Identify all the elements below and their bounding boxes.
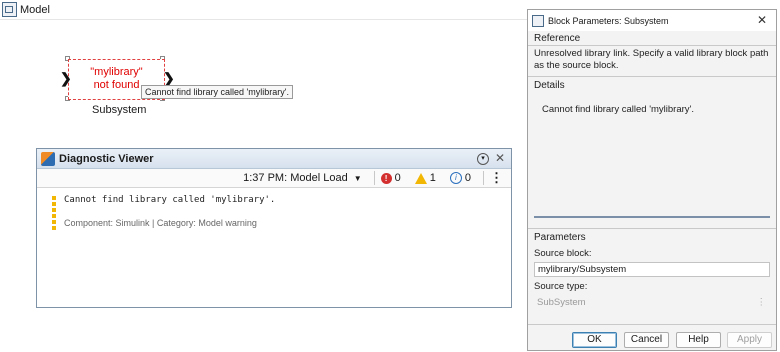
apply-button[interactable]: Apply bbox=[727, 332, 772, 348]
ok-button[interactable]: OK bbox=[572, 332, 617, 348]
divider bbox=[528, 45, 776, 46]
diagnostic-viewer-titlebar: Diagnostic Viewer ▾ ✕ bbox=[37, 149, 511, 169]
block-icon bbox=[532, 14, 544, 27]
divider bbox=[528, 228, 776, 229]
info-filter-button[interactable]: i 0 bbox=[449, 172, 471, 184]
diagnostic-viewer: Diagnostic Viewer ▾ ✕ 1:37 PM: Model Loa… bbox=[36, 148, 512, 308]
block-parameters-dialog: Block Parameters: Subsystem ✕ Reference … bbox=[527, 9, 777, 351]
source-type-label: Source type: bbox=[534, 281, 588, 292]
error-count: 0 bbox=[394, 172, 401, 184]
source-type-value: SubSystem bbox=[537, 297, 586, 308]
help-button[interactable]: Help bbox=[676, 332, 721, 348]
model-icon bbox=[2, 2, 17, 17]
reference-text: Unresolved library link. Specify a valid… bbox=[534, 48, 769, 71]
source-block-field[interactable]: mylibrary/Subsystem bbox=[534, 262, 770, 277]
toolbar-separator bbox=[483, 171, 484, 185]
source-type-field[interactable]: SubSystem ⋮ bbox=[534, 296, 770, 311]
cancel-button[interactable]: Cancel bbox=[624, 332, 669, 348]
time-filter-dropdown[interactable]: 1:37 PM: Model Load ▼ bbox=[243, 172, 362, 184]
close-icon[interactable]: ✕ bbox=[757, 13, 767, 27]
diagnostic-message-area: Cannot find library called 'mylibrary'. … bbox=[37, 189, 511, 307]
block-line-1: "mylibrary" bbox=[90, 66, 143, 78]
error-filter-button[interactable]: ! 0 bbox=[380, 172, 401, 184]
chevron-down-icon[interactable]: ▾ bbox=[477, 153, 489, 165]
warning-filter-button[interactable]: 1 bbox=[414, 172, 436, 184]
model-title: Model bbox=[20, 3, 50, 16]
diagnostic-toolbar: 1:37 PM: Model Load ▼ ! 0 1 i 0 ⋮ bbox=[37, 169, 511, 188]
info-count: 0 bbox=[464, 172, 471, 184]
divider bbox=[528, 76, 776, 77]
details-box: Cannot find library called 'mylibrary'. bbox=[534, 95, 770, 218]
model-titlebar: Model bbox=[0, 0, 530, 20]
source-block-label: Source block: bbox=[534, 248, 592, 259]
info-icon: i bbox=[449, 172, 462, 184]
reference-section-label: Reference bbox=[534, 33, 581, 44]
block-tooltip: Cannot find library called 'mylibrary'. bbox=[141, 85, 293, 99]
diagnostic-viewer-title: Diagnostic Viewer bbox=[59, 152, 154, 165]
diagnostic-viewer-icon bbox=[41, 151, 55, 166]
dialog-titlebar: Block Parameters: Subsystem ✕ bbox=[528, 10, 776, 31]
time-filter-label: 1:37 PM: Model Load bbox=[243, 172, 348, 184]
divider bbox=[528, 324, 776, 325]
block-caption[interactable]: Subsystem bbox=[92, 104, 146, 116]
warning-count: 1 bbox=[429, 172, 436, 184]
warning-icon bbox=[414, 172, 427, 184]
diagnostic-meta: Component: Simulink | Category: Model wa… bbox=[64, 218, 257, 228]
error-icon: ! bbox=[380, 172, 392, 184]
toolbar-separator bbox=[373, 171, 375, 185]
field-options-icon: ⋮ bbox=[756, 297, 767, 308]
diagnostic-message[interactable]: Cannot find library called 'mylibrary'. bbox=[64, 195, 275, 205]
close-icon[interactable]: ✕ bbox=[495, 151, 505, 165]
dialog-title: Block Parameters: Subsystem bbox=[548, 15, 669, 26]
details-text: Cannot find library called 'mylibrary'. bbox=[542, 104, 694, 115]
input-port-icon: ❯ bbox=[60, 70, 72, 86]
details-section-label: Details bbox=[534, 80, 565, 91]
warning-stripe bbox=[52, 196, 56, 232]
parameters-section-label: Parameters bbox=[534, 232, 586, 243]
more-options-icon[interactable]: ⋮ bbox=[490, 171, 503, 184]
dropdown-arrow-icon: ▼ bbox=[353, 173, 362, 183]
